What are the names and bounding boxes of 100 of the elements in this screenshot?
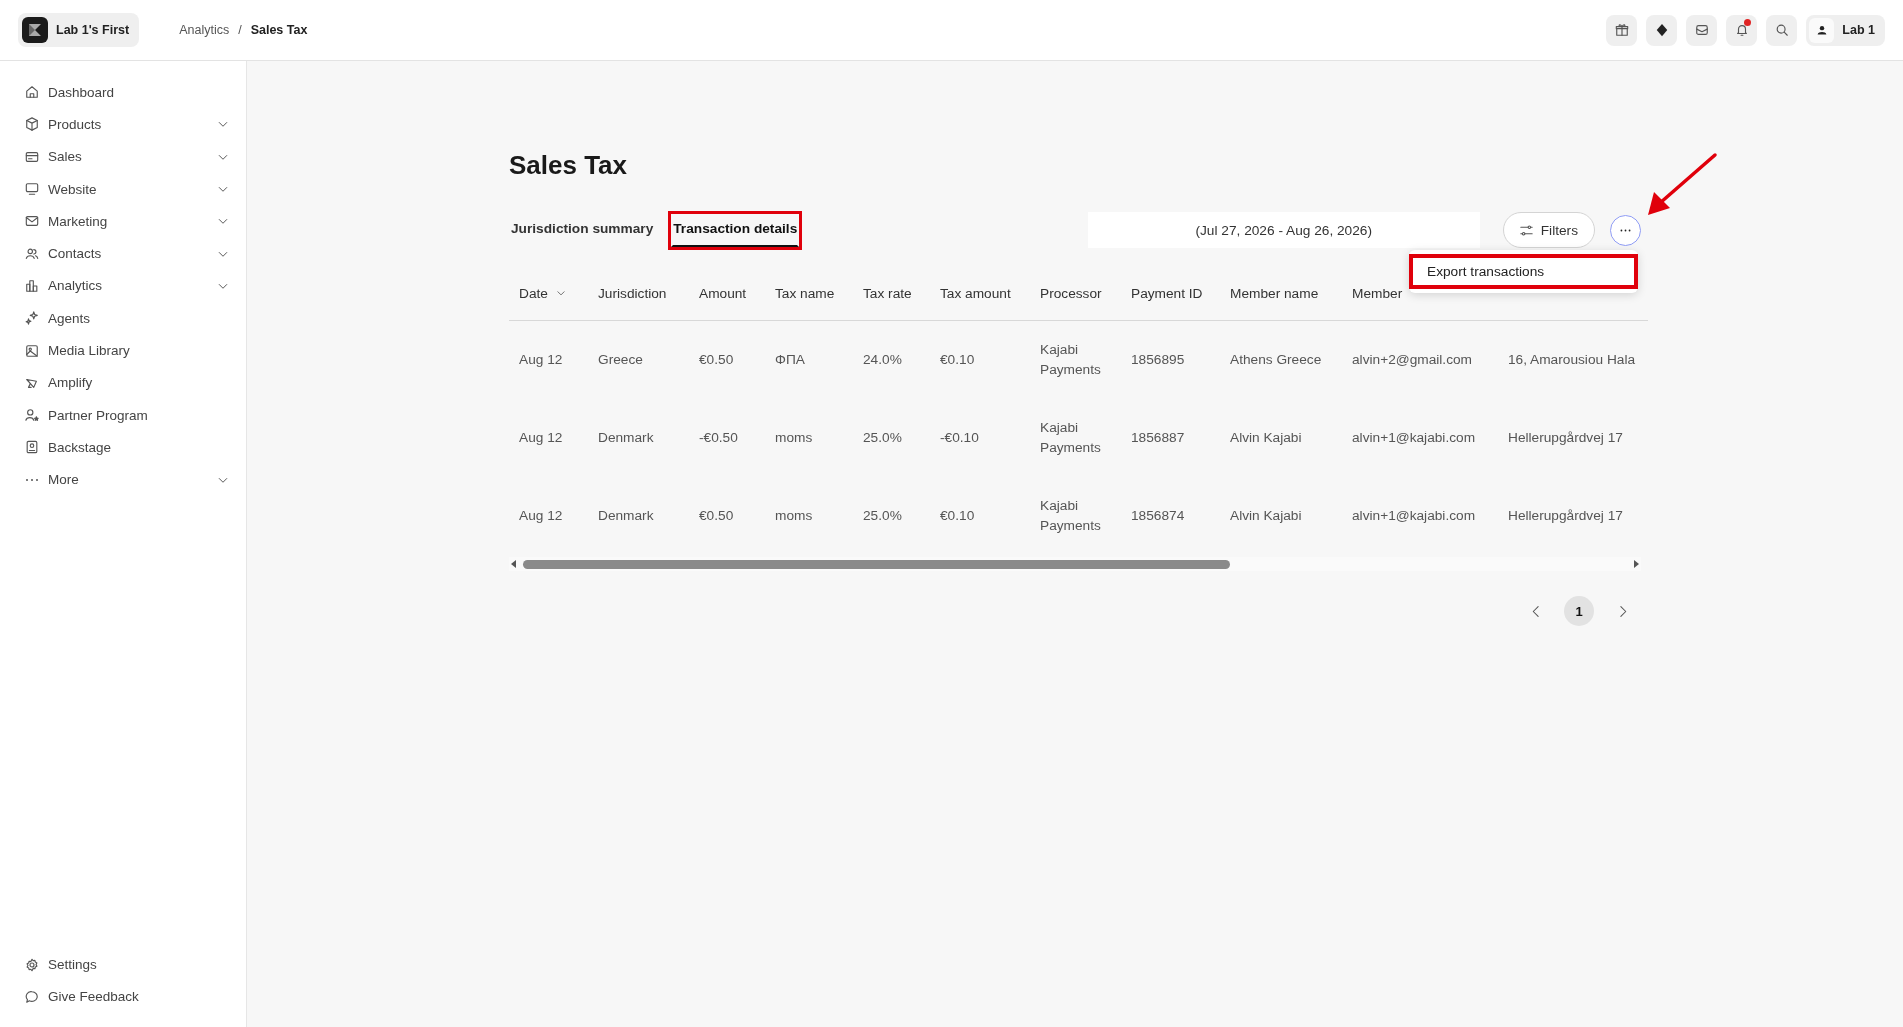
table-cell: -€0.50 [699,430,738,446]
filters-button[interactable]: Filters [1502,212,1595,248]
table-cell: alvin+1@kajabi.com [1352,508,1476,524]
sidebar-item[interactable]: Backstage [25,431,229,464]
breadcrumb-item[interactable]: Analytics [179,23,230,37]
table-cell: Kajabi Payments [1040,420,1101,455]
logo-icon [27,22,43,38]
table-cell: €0.10 [940,352,975,368]
sidebar-item[interactable]: Give Feedback [25,980,229,1013]
column-header[interactable]: Tax rate [863,285,912,301]
table-cell: alvin+1@kajabi.com [1352,430,1476,446]
table-cell: alvin+2@gmail.com [1352,352,1473,368]
workspace-switcher[interactable]: Lab 1's First [18,13,140,47]
column-header[interactable]: Tax amount [940,285,1011,301]
sidebar-item[interactable]: More [25,463,229,496]
table-cell: Kajabi Payments [1040,342,1101,377]
card-icon [25,149,39,164]
scroll-left-icon[interactable] [509,559,519,569]
monitor-icon [25,182,39,197]
speech-bubble-icon [25,989,39,1004]
gift-icon-button[interactable] [1606,14,1638,46]
sidebar-item[interactable]: Settings [25,948,229,981]
table-cell: €0.50 [699,352,734,368]
column-header[interactable]: Processor [1040,285,1102,301]
table-cell: 25.0% [863,508,902,524]
breadcrumb-separator: / [238,23,242,37]
table-cell: Greece [598,352,643,368]
table-cell: Kajabi Payments [1040,498,1101,533]
table-cell: 1856887 [1131,430,1185,446]
table-cell: €0.10 [940,508,975,524]
table-cell: moms [775,508,813,524]
table-cell: Hellerupgårdvej 17 [1508,508,1623,524]
page-title: Sales Tax [509,150,629,181]
menu-item[interactable]: Export transactions [1409,254,1638,289]
table-cell: ΦΠΑ [775,352,805,368]
sidebar-item[interactable]: Sales [25,140,229,173]
search-button[interactable] [1766,14,1798,46]
table-cell: -€0.10 [940,430,979,446]
column-header[interactable]: Date [519,285,566,301]
column-header[interactable]: Payment ID [1131,285,1203,301]
sort-caret-icon [555,288,566,298]
bar-chart-icon [25,278,39,293]
table-cell: 1856874 [1131,508,1185,524]
bell-icon [1734,23,1749,37]
table-cell: Aug 12 [519,508,563,524]
cube-icon [25,117,39,132]
image-icon [25,343,39,358]
table-cell: Athens Greece [1230,352,1322,368]
tab[interactable]: Transaction details [671,214,800,247]
dots-icon [26,478,38,481]
column-header[interactable]: Member name [1230,285,1319,301]
sidebar-item[interactable]: Dashboard [25,76,229,109]
table-cell: Alvin Kajabi [1230,508,1302,524]
gear-icon [25,957,39,972]
table-cell: 1856895 [1131,352,1185,368]
table-cell: Aug 12 [519,352,563,368]
table-cell: Hellerupgårdvej 17 [1508,430,1623,446]
column-header[interactable]: Jurisdiction [598,285,667,301]
sidebar-item[interactable]: Marketing [25,205,229,238]
table-cell: Aug 12 [519,430,563,446]
envelope-icon [25,214,39,229]
scroll-right-icon[interactable] [1631,559,1641,569]
table-cell: 25.0% [863,430,902,446]
diamond-icon [1654,23,1669,37]
gift-icon [1614,23,1629,37]
sidebar-item[interactable]: Amplify [25,366,229,399]
page-button[interactable]: 1 [1564,596,1594,626]
table-cell: 24.0% [863,352,902,368]
sidebar-item[interactable]: Partner Program [25,398,229,432]
home-icon [25,85,39,100]
table-cell: moms [775,430,813,446]
sidebar-item[interactable]: Media Library [25,334,229,367]
table-cell: €0.50 [699,508,734,524]
person-star-icon [25,408,39,423]
column-header[interactable]: Tax name [775,285,835,301]
table-cell: 16, Amarousiou Hala [1508,352,1636,368]
search-icon [1774,23,1789,37]
table-cell: Denmark [598,430,654,446]
table-cell: Denmark [598,508,654,524]
badge-icon [25,440,39,455]
sidebar-item[interactable]: Website [25,172,229,206]
sparkle-icon [25,311,39,326]
scrollbar-thumb[interactable] [523,559,1230,569]
diamond-icon-button[interactable] [1646,14,1678,46]
sidebar-item[interactable]: Agents [25,302,229,335]
sidebar-item[interactable]: Products [25,108,229,141]
user-menu[interactable]: Lab 1 [1806,14,1885,46]
sliders-icon [1519,223,1533,237]
bell-icon-button[interactable] [1726,14,1758,46]
date-range-picker[interactable]: (Jul 27, 2026 - Aug 26, 2026) [1087,212,1480,248]
sidebar-item[interactable]: Analytics [25,269,229,303]
breadcrumb-item: Sales Tax [250,23,308,37]
inbox-icon-button[interactable] [1686,14,1718,46]
sidebar-item[interactable]: Contacts [25,237,229,270]
inbox-icon [1694,23,1709,37]
people-icon [25,246,39,261]
column-header[interactable]: Amount [699,285,747,301]
table-cell: Alvin Kajabi [1230,430,1302,446]
tab[interactable]: Jurisdiction summary [509,214,656,247]
column-header[interactable]: Member [1352,285,1403,301]
